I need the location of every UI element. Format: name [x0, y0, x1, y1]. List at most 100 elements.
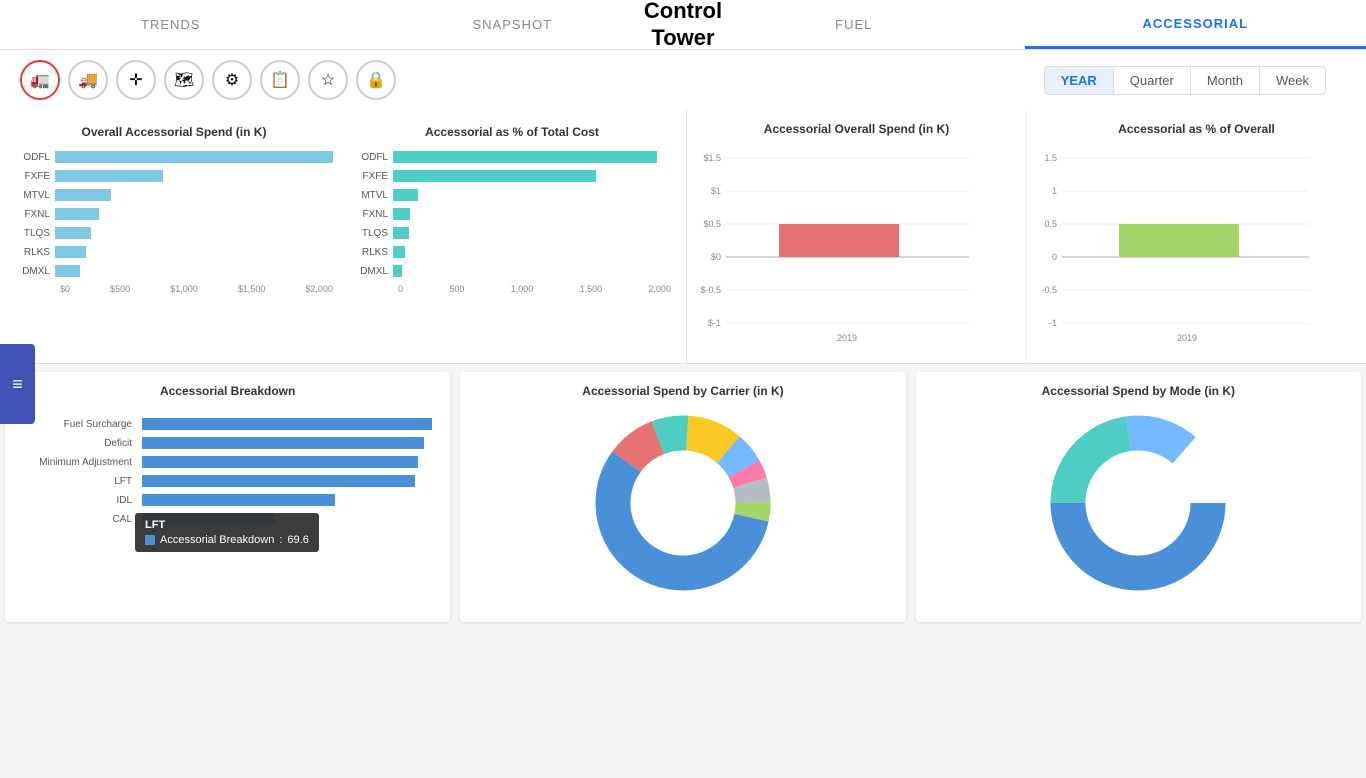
main-content: Overall Accessorial Spend (in K) ODFL FX…	[0, 110, 1366, 778]
breakdown-label-minadj: Minimum Adjustment	[17, 457, 137, 468]
svg-text:0: 0	[1052, 252, 1057, 262]
svg-text:$0: $0	[711, 252, 721, 262]
right-charts-row: Accessorial Overall Spend (in K) $1.5 $1…	[687, 110, 1366, 363]
tooltip-value: 69.6	[287, 534, 308, 546]
nav-accessorial[interactable]: ACCESSORIAL	[1025, 0, 1366, 49]
sidebar-filter-button[interactable]: ≡	[0, 344, 35, 424]
right-panel: Accessorial Overall Spend (in K) $1.5 $1…	[686, 110, 1366, 363]
pct-total-cost-title: Accessorial as % of Total Cost	[353, 125, 671, 139]
by-mode-card: Accessorial Spend by Mode (in K)	[916, 372, 1361, 622]
breakdown-deficit: Deficit	[17, 435, 438, 451]
map-icon-btn[interactable]: 🗺	[164, 60, 204, 100]
pct-bar-row-fxfe: FXFE	[353, 168, 671, 184]
pct-bar-row-fxnl: FXNL	[353, 206, 671, 222]
svg-text:$-0.5: $-0.5	[700, 285, 721, 295]
pct-label-fxnl: FXNL	[353, 209, 393, 220]
breakdown-label-fuel: Fuel Surcharge	[17, 419, 137, 430]
svg-text:2019: 2019	[1177, 333, 1197, 343]
top-section: Overall Accessorial Spend (in K) ODFL FX…	[0, 110, 1366, 364]
carrier-donut-svg	[583, 403, 783, 603]
pct-label-rlks: RLKS	[353, 247, 393, 258]
pct-label-tlqs: TLQS	[353, 228, 393, 239]
bar-track-odfl	[55, 151, 333, 163]
pct-track-mtvl	[393, 189, 671, 201]
bar-label-mtvl: MTVL	[15, 190, 55, 201]
breakdown-track-deficit	[142, 437, 438, 449]
left-charts-area: Overall Accessorial Spend (in K) ODFL FX…	[0, 110, 686, 363]
list-icon-btn[interactable]: 📋	[260, 60, 300, 100]
svg-text:$-1: $-1	[708, 318, 721, 328]
breakdown-label-deficit: Deficit	[17, 438, 137, 449]
breakdown-track-cal	[142, 513, 438, 525]
period-week[interactable]: Week	[1260, 67, 1325, 94]
bar-row-fxfe: FXFE	[15, 168, 333, 184]
lock-icon-btn[interactable]: 🔒	[356, 60, 396, 100]
svg-text:$1.5: $1.5	[703, 153, 721, 163]
breakdown-track-fuel	[142, 418, 438, 430]
bar-row-odfl: ODFL	[15, 149, 333, 165]
svg-text:-0.5: -0.5	[1041, 285, 1057, 295]
pct-overall-chart: Accessorial as % of Overall 1.5 1 0.5 0 …	[1026, 110, 1366, 363]
pct-track-fxnl	[393, 208, 671, 220]
delivery-icon-btn[interactable]: 🚚	[68, 60, 108, 100]
breakdown-title: Accessorial Breakdown	[17, 384, 438, 398]
breakdown-track-lft	[142, 475, 438, 487]
pct-axis-500: 500	[449, 284, 464, 294]
bar-row-fxnl: FXNL	[15, 206, 333, 222]
nav-snapshot[interactable]: SNAPSHOT	[342, 0, 684, 49]
overall-spend-chart: Overall Accessorial Spend (in K) ODFL FX…	[10, 120, 338, 299]
mode-donut	[928, 408, 1349, 598]
nav-fuel[interactable]: FUEL	[683, 0, 1025, 49]
bar-label-dmxl: DMXL	[15, 266, 55, 277]
breakdown-lft: LFT	[17, 473, 438, 489]
breakdown-label-idl: IDL	[17, 495, 137, 506]
pct-label-mtvl: MTVL	[353, 190, 393, 201]
svg-text:$0.5: $0.5	[703, 219, 721, 229]
settings-icon-btn[interactable]: ⚙	[212, 60, 252, 100]
bar-row-rlks: RLKS	[15, 244, 333, 260]
pct-track-dmxl	[393, 265, 671, 277]
bar-track-rlks	[55, 246, 333, 258]
overall-spend-title: Overall Accessorial Spend (in K)	[15, 125, 333, 139]
tooltip-row: Accessorial Breakdown : 69.6	[145, 534, 309, 546]
axis-2000: $2,000	[305, 284, 333, 294]
pct-bar-row-mtvl: MTVL	[353, 187, 671, 203]
breakdown-label-cal: CAL	[17, 514, 137, 525]
bottom-row: Accessorial Breakdown Fuel Surcharge Def…	[0, 372, 1366, 622]
period-quarter[interactable]: Quarter	[1114, 67, 1191, 94]
pct-bar-row-odfl: ODFL	[353, 149, 671, 165]
breakdown-label-lft: LFT	[17, 476, 137, 487]
star-icon-btn[interactable]: ☆	[308, 60, 348, 100]
by-carrier-card: Accessorial Spend by Carrier (in K)	[460, 372, 905, 622]
top-navigation: TRENDS SNAPSHOT ControlTower FUEL ACCESS…	[0, 0, 1366, 50]
pct-track-rlks	[393, 246, 671, 258]
pct-total-cost-chart: Accessorial as % of Total Cost ODFL FXFE	[348, 120, 676, 299]
nav-trends[interactable]: TRENDS	[0, 0, 342, 49]
svg-text:1.5: 1.5	[1044, 153, 1057, 163]
pct-track-odfl	[393, 151, 671, 163]
pct-axis: 0 500 1,000 1,500 2,000	[353, 284, 671, 294]
truck-icon-btn[interactable]: 🚛	[20, 60, 60, 100]
pct-track-fxfe	[393, 170, 671, 182]
by-mode-title: Accessorial Spend by Mode (in K)	[928, 384, 1349, 398]
bar-row-dmxl: DMXL	[15, 263, 333, 279]
svg-text:1: 1	[1052, 186, 1057, 196]
spend-axis: $0 $500 $1,000 $1,500 $2,000	[15, 284, 333, 294]
filter-icon: ≡	[12, 374, 23, 395]
bar-label-odfl: ODFL	[15, 152, 55, 163]
left-charts-row: Overall Accessorial Spend (in K) ODFL FX…	[10, 120, 676, 299]
by-carrier-title: Accessorial Spend by Carrier (in K)	[472, 384, 893, 398]
period-month[interactable]: Month	[1191, 67, 1260, 94]
move-icon-btn[interactable]: ✛	[116, 60, 156, 100]
pct-bar-row-tlqs: TLQS	[353, 225, 671, 241]
pct-overall-title: Accessorial as % of Overall	[1039, 122, 1354, 136]
bar-track-fxnl	[55, 208, 333, 220]
bar-track-fxfe	[55, 170, 333, 182]
axis-1000: $1,000	[170, 284, 198, 294]
period-year[interactable]: YEAR	[1045, 67, 1114, 94]
pct-bar-row-rlks: RLKS	[353, 244, 671, 260]
pct-axis-2000: 2,000	[648, 284, 671, 294]
bar-track-tlqs	[55, 227, 333, 239]
carrier-donut	[472, 408, 893, 598]
svg-text:0.5: 0.5	[1044, 219, 1057, 229]
